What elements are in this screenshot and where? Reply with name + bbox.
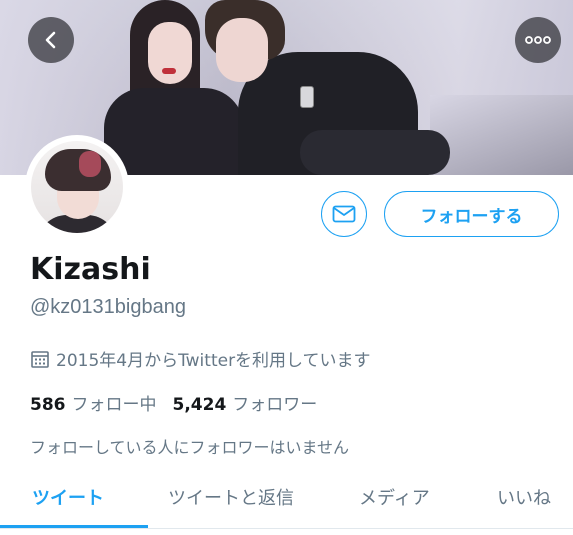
- banner-person-left-body: [104, 88, 244, 175]
- avatar-hair: [45, 149, 111, 191]
- followers-label: フォロワー: [232, 395, 318, 415]
- banner-person-right-face: [216, 18, 268, 82]
- avatar-image: [31, 141, 123, 233]
- message-button[interactable]: [321, 191, 367, 237]
- join-date-text: 2015年4月からTwitterを利用しています: [56, 351, 371, 371]
- tab-tweets[interactable]: ツイート: [32, 484, 104, 510]
- banner-person-right-arm: [300, 130, 450, 175]
- following-label: フォロー中: [71, 395, 157, 415]
- follow-button[interactable]: フォローする: [384, 191, 559, 237]
- ellipsis-icon: [525, 36, 551, 44]
- tab-likes[interactable]: いいね: [497, 484, 551, 510]
- display-name: Kizashi: [30, 252, 151, 287]
- following-stat[interactable]: 586 フォロー中: [30, 390, 157, 415]
- following-count: 586: [30, 395, 66, 415]
- avatar-hair-highlight: [79, 151, 101, 177]
- tab-media[interactable]: メディア: [359, 484, 430, 510]
- chevron-left-icon: [45, 31, 56, 49]
- banner-person-left-face: [148, 22, 192, 84]
- followers-stat[interactable]: 5,424 フォロワー: [173, 390, 318, 415]
- envelope-icon: [332, 205, 356, 223]
- tab-tweets-and-replies[interactable]: ツイートと返信: [168, 484, 294, 510]
- more-options-button[interactable]: [515, 17, 561, 63]
- calendar-icon: [31, 350, 49, 368]
- profile-tabs: ツイート ツイートと返信 メディア いいね: [0, 470, 573, 530]
- back-button[interactable]: [28, 17, 74, 63]
- join-date: 2015年4月からTwitterを利用しています: [30, 346, 371, 371]
- tabs-divider: [0, 528, 573, 529]
- banner-floor: [430, 95, 573, 175]
- followers-count: 5,424: [172, 395, 227, 415]
- followed-by-text: フォローしている人にフォロワーはいません: [30, 438, 350, 457]
- follow-stats: 586 フォロー中 5,424 フォロワー: [30, 390, 317, 415]
- user-handle: @kz0131bigbang: [30, 296, 186, 318]
- banner-person-left-lips: [162, 68, 176, 74]
- profile-avatar[interactable]: [25, 135, 129, 239]
- banner-necklace-tag: [300, 86, 314, 108]
